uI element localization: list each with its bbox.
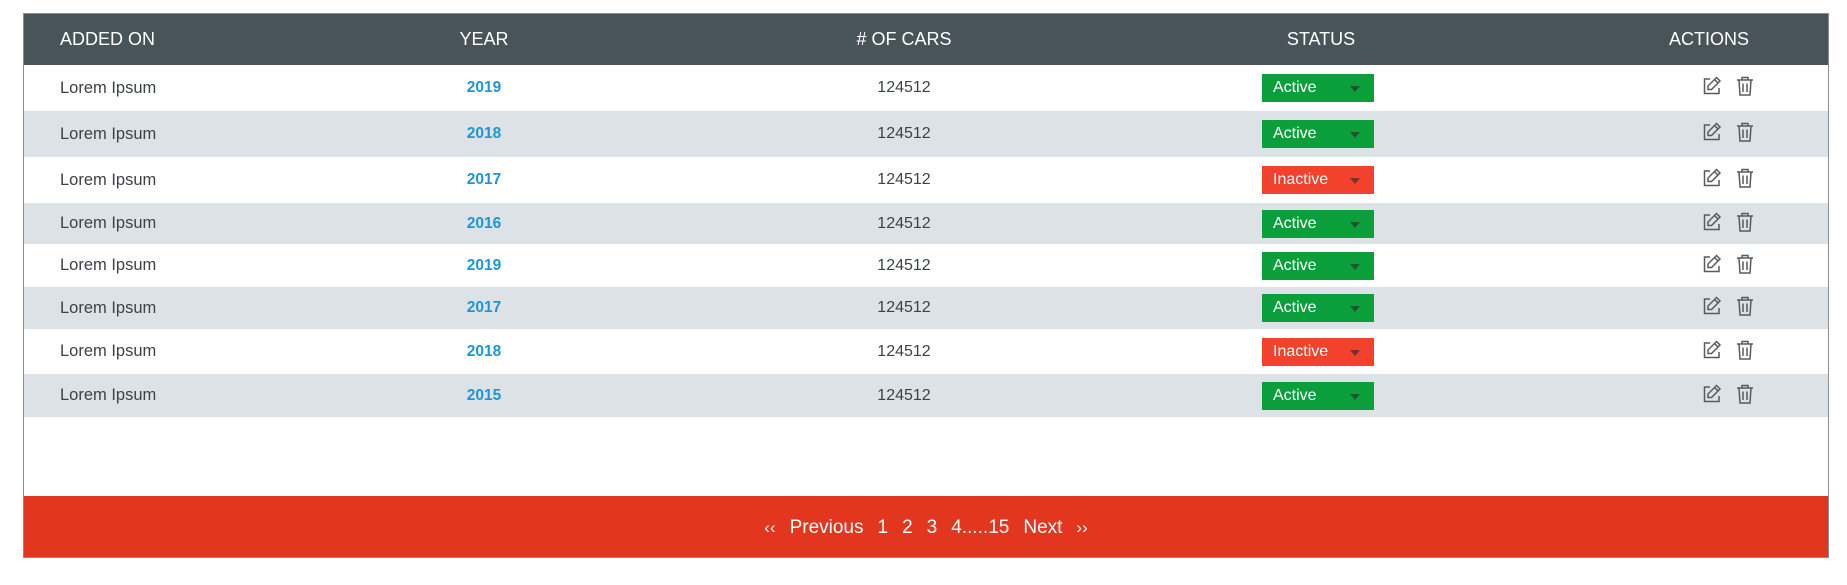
added-on-cell: Lorem Ipsum (60, 170, 157, 189)
table-row: Lorem Ipsum 2017 124512 Active (24, 287, 1828, 329)
edit-icon[interactable] (1701, 339, 1723, 363)
year-link[interactable]: 2016 (384, 203, 584, 244)
year-link[interactable]: 2018 (384, 111, 584, 157)
status-label: Inactive (1273, 343, 1329, 360)
edit-icon[interactable] (1701, 211, 1723, 235)
table-row: Lorem Ipsum 2017 124512 Inactive (24, 157, 1828, 203)
trash-icon[interactable] (1735, 211, 1755, 235)
cars-table: ADDED ON YEAR # OF CARS STATUS ACTIONS L… (23, 13, 1829, 558)
status-dropdown[interactable]: Inactive (1262, 338, 1374, 366)
cars-count-cell: 124512 (877, 171, 931, 188)
status-dropdown[interactable]: Active (1262, 252, 1374, 280)
status-label: Inactive (1273, 171, 1329, 188)
row-actions (1701, 121, 1761, 145)
year-link[interactable]: 2018 (384, 329, 584, 374)
status-dropdown[interactable]: Active (1262, 74, 1374, 102)
cars-count-cell: 124512 (877, 256, 931, 274)
status-label: Active (1273, 125, 1317, 142)
header-year: YEAR (459, 29, 509, 49)
added-on-cell: Lorem Ipsum (60, 386, 157, 404)
header-cars: # OF CARS (856, 29, 952, 49)
previous-link[interactable]: Previous (790, 517, 864, 539)
header-status: STATUS (1286, 29, 1356, 49)
pagination: ‹‹ Previous 1 2 3 4.....15 Next ›› (24, 496, 1828, 557)
chevron-down-icon (1350, 394, 1360, 400)
row-actions (1701, 167, 1761, 191)
trash-icon[interactable] (1735, 339, 1755, 363)
cars-count-cell: 124512 (877, 299, 931, 316)
status-dropdown[interactable]: Active (1262, 120, 1374, 148)
year-link[interactable]: 2017 (384, 157, 584, 203)
added-on-cell: Lorem Ipsum (60, 214, 157, 232)
table-header: ADDED ON YEAR # OF CARS STATUS ACTIONS (24, 14, 1828, 65)
year-link[interactable]: 2017 (384, 287, 584, 329)
row-actions (1701, 339, 1761, 363)
status-label: Active (1273, 299, 1317, 316)
year-link[interactable]: 2019 (384, 65, 584, 111)
cars-count-cell: 124512 (877, 386, 931, 404)
row-actions (1701, 295, 1761, 319)
edit-icon[interactable] (1701, 253, 1723, 277)
chevron-down-icon (1350, 350, 1360, 356)
cars-count-cell: 124512 (877, 125, 931, 142)
status-dropdown[interactable]: Active (1262, 210, 1374, 238)
table-row: Lorem Ipsum 2016 124512 Active (24, 203, 1828, 244)
year-link[interactable]: 2015 (384, 374, 584, 417)
table-row: Lorem Ipsum 2019 124512 Active (24, 65, 1828, 111)
row-actions (1701, 75, 1761, 99)
chevron-down-icon (1350, 86, 1360, 92)
row-actions (1701, 383, 1761, 407)
header-actions: ACTIONS (1668, 29, 1749, 49)
table-row: Lorem Ipsum 2019 124512 Active (24, 244, 1828, 287)
added-on-cell: Lorem Ipsum (60, 256, 157, 274)
year-link[interactable]: 2019 (384, 244, 584, 287)
trash-icon[interactable] (1735, 167, 1755, 191)
edit-icon[interactable] (1701, 295, 1723, 319)
edit-icon[interactable] (1701, 167, 1723, 191)
chevron-down-icon (1350, 264, 1360, 270)
chevron-down-icon (1350, 222, 1360, 228)
added-on-cell: Lorem Ipsum (60, 78, 157, 97)
trash-icon[interactable] (1735, 121, 1755, 145)
table-row: Lorem Ipsum 2015 124512 Active (24, 374, 1828, 417)
row-actions (1701, 253, 1761, 277)
trash-icon[interactable] (1735, 295, 1755, 319)
added-on-cell: Lorem Ipsum (60, 298, 157, 317)
status-dropdown[interactable]: Active (1262, 382, 1374, 410)
header-added-on: ADDED ON (60, 29, 156, 49)
status-dropdown[interactable]: Active (1262, 294, 1374, 322)
page-link-3[interactable]: 3 (927, 517, 938, 539)
chevron-down-icon (1350, 132, 1360, 138)
cars-count-cell: 124512 (877, 214, 931, 232)
added-on-cell: Lorem Ipsum (60, 342, 157, 360)
next-link[interactable]: Next (1023, 517, 1062, 539)
status-label: Active (1273, 257, 1317, 274)
status-label: Active (1273, 387, 1317, 404)
status-label: Active (1273, 79, 1317, 96)
status-label: Active (1273, 215, 1317, 232)
last-page-link[interactable]: ›› (1076, 518, 1087, 538)
trash-icon[interactable] (1735, 383, 1755, 407)
cars-count-cell: 124512 (877, 79, 931, 96)
cars-count-cell: 124512 (877, 342, 931, 360)
trash-icon[interactable] (1735, 75, 1755, 99)
chevron-down-icon (1350, 178, 1360, 184)
table-row: Lorem Ipsum 2018 124512 Inactive (24, 329, 1828, 374)
trash-icon[interactable] (1735, 253, 1755, 277)
page-link-2[interactable]: 2 (902, 517, 913, 539)
status-dropdown[interactable]: Inactive (1262, 166, 1374, 194)
first-page-link[interactable]: ‹‹ (764, 518, 775, 538)
chevron-down-icon (1350, 306, 1360, 312)
added-on-cell: Lorem Ipsum (60, 124, 157, 143)
edit-icon[interactable] (1701, 75, 1723, 99)
row-actions (1701, 211, 1761, 235)
page-link-1[interactable]: 1 (878, 517, 889, 539)
table-row: Lorem Ipsum 2018 124512 Active (24, 111, 1828, 157)
page-link-4-15[interactable]: 4.....15 (951, 517, 1009, 539)
edit-icon[interactable] (1701, 383, 1723, 407)
edit-icon[interactable] (1701, 121, 1723, 145)
